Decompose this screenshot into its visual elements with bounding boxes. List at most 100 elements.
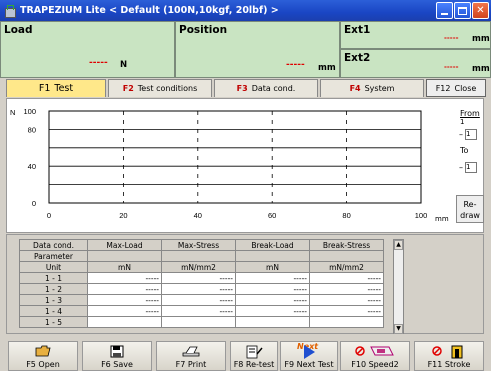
stroke-button[interactable]: F11 Stroke <box>414 341 484 371</box>
tab-system-label: System <box>364 84 395 93</box>
position-unit: mm <box>318 63 336 73</box>
table-parameter-row: Parameter <box>19 250 384 262</box>
table-cell[interactable]: ----- <box>161 283 236 295</box>
y-tick-label: 100 <box>23 107 36 116</box>
save-button[interactable]: F6 Save <box>82 341 152 371</box>
table-cell: 1 - 1 <box>19 272 88 284</box>
tab-test-conditions-key: F2 <box>122 84 134 93</box>
ext1-label: Ext1 <box>344 24 371 36</box>
table-row: 1 - 5 <box>19 316 384 328</box>
x-tick-label: 20 <box>119 211 127 220</box>
table-cell[interactable]: mN/mm2 <box>309 261 384 273</box>
table-cell[interactable]: ----- <box>161 272 236 284</box>
retest-label: F8 Re-test <box>233 360 275 369</box>
tab-test-label: Test <box>54 83 74 94</box>
tab-test[interactable]: F1 Test <box>6 79 106 97</box>
table-cell[interactable] <box>161 250 236 262</box>
ext2-unit: mm <box>472 64 490 74</box>
table-cell[interactable]: mN <box>87 261 162 273</box>
tab-close-label: Close <box>454 83 477 93</box>
tab-system-key: F4 <box>349 84 361 93</box>
table-cell[interactable]: Max-Stress <box>161 239 236 251</box>
table-cell[interactable] <box>87 250 162 262</box>
table-cell[interactable] <box>309 316 384 328</box>
table-row: 1 - 3 ----- ----- ----- ----- <box>19 294 384 306</box>
table-cell[interactable]: Max-Load <box>87 239 162 251</box>
redraw-button[interactable]: Re-draw <box>456 195 484 223</box>
tab-test-conditions[interactable]: F2 Test conditions <box>108 79 212 97</box>
table-cell[interactable]: ----- <box>161 294 236 306</box>
table-cell: Data cond. <box>19 239 88 251</box>
ext1-readout: Ext1 ----- mm <box>340 21 491 49</box>
tab-close-key: F12 <box>435 83 451 93</box>
open-label: F5 Open <box>26 360 60 369</box>
tab-data-cond[interactable]: F3 Data cond. <box>214 79 318 97</box>
table-cell[interactable]: ----- <box>87 283 162 295</box>
load-label: Load <box>4 24 33 36</box>
ext2-label: Ext2 <box>344 52 371 64</box>
tab-system[interactable]: F4 System <box>320 79 424 97</box>
redraw-label: Re-draw <box>460 200 480 220</box>
table-cell[interactable] <box>235 316 310 328</box>
tab-test-conditions-label: Test conditions <box>137 84 198 93</box>
maximize-icon <box>458 6 467 15</box>
scroll-up-icon[interactable]: ▲ <box>394 240 403 250</box>
floppy-save-icon <box>110 345 124 358</box>
speed2-button[interactable]: F10 Speed2 <box>340 341 410 371</box>
x-tick-label: 60 <box>268 211 276 220</box>
table-cell[interactable]: ----- <box>161 305 236 317</box>
minimize-button[interactable] <box>436 2 453 19</box>
load-readout: Load ----- N <box>0 21 175 78</box>
retest-button[interactable]: F8 Re-test <box>230 341 278 371</box>
retest-icon <box>246 345 263 359</box>
table-cell[interactable]: ----- <box>309 305 384 317</box>
table-cell[interactable]: mN/mm2 <box>161 261 236 273</box>
table-cell[interactable] <box>309 250 384 262</box>
close-window-button[interactable]: ✕ <box>472 2 489 19</box>
tab-data-cond-label: Data cond. <box>251 84 296 93</box>
open-button[interactable]: F5 Open <box>8 341 78 371</box>
printer-icon <box>182 346 200 357</box>
table-row: 1 - 4 ----- ----- ----- ----- <box>19 305 384 317</box>
table-cell[interactable]: ----- <box>235 305 310 317</box>
print-button[interactable]: F7 Print <box>156 341 226 371</box>
table-cell[interactable]: ----- <box>309 294 384 306</box>
table-cell: Parameter <box>19 250 88 262</box>
table-cell[interactable]: ----- <box>235 283 310 295</box>
position-label: Position <box>179 24 228 36</box>
load-unit: N <box>120 60 128 70</box>
table-cell[interactable]: mN <box>235 261 310 273</box>
to-dash: – <box>459 163 463 172</box>
x-axis-unit: mm <box>435 215 449 223</box>
results-table: Data cond. Max-Load Max-Stress Break-Load Br… <box>19 239 384 328</box>
to-input[interactable]: 1 <box>465 162 477 173</box>
function-toolbar: F5 Open F6 Save F7 Print F8 Re-test Next… <box>0 334 491 371</box>
tab-bar: F1 Test F2 Test conditions F3 Data cond.… <box>0 79 491 98</box>
table-cell[interactable]: ----- <box>87 272 162 284</box>
next-test-button[interactable]: Next F9 Next Test <box>280 341 338 371</box>
test-panel: 0 20 40 60 80 100 0 40 80 100 N mm From 1 – 1 To –… <box>6 98 484 233</box>
table-cell[interactable]: ----- <box>235 272 310 284</box>
table-cell[interactable]: ----- <box>87 305 162 317</box>
from-label: From <box>460 109 480 118</box>
x-tick-label: 0 <box>47 211 51 220</box>
table-cell[interactable]: ----- <box>235 294 310 306</box>
table-cell[interactable] <box>161 316 236 328</box>
table-cell[interactable] <box>235 250 310 262</box>
table-scrollbar[interactable]: ▲ ▼ <box>393 239 404 335</box>
ext1-unit: mm <box>472 34 490 44</box>
table-cell[interactable]: Break-Stress <box>309 239 384 251</box>
scroll-down-icon[interactable]: ▼ <box>394 324 403 334</box>
table-cell[interactable] <box>87 316 162 328</box>
table-cell[interactable]: Break-Load <box>235 239 310 251</box>
table-cell[interactable]: ----- <box>309 272 384 284</box>
table-row: 1 - 2 ----- ----- ----- ----- <box>19 283 384 295</box>
tab-close[interactable]: F12 Close <box>426 79 486 97</box>
from-input[interactable]: 1 <box>465 129 477 140</box>
to-label: To <box>460 146 469 155</box>
table-cell[interactable]: ----- <box>309 283 384 295</box>
maximize-button[interactable] <box>454 2 471 19</box>
y-tick-label: 80 <box>28 125 36 134</box>
window-controls: ✕ <box>436 2 489 19</box>
table-cell[interactable]: ----- <box>87 294 162 306</box>
